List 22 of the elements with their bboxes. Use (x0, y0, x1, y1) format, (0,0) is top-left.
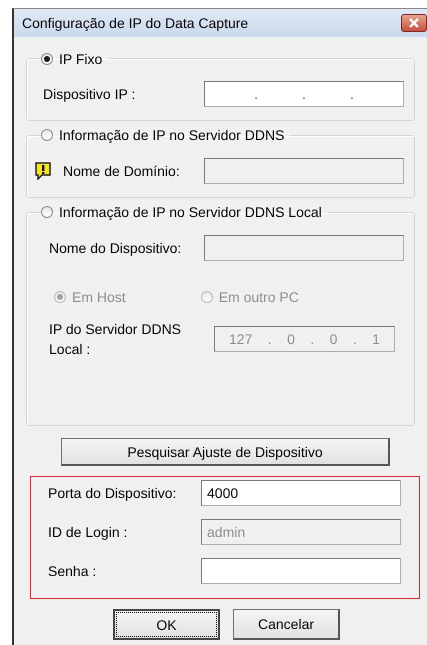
field-label: ID de Login : (48, 524, 128, 540)
field-label: Porta do Dispositivo: (48, 485, 178, 501)
group-radio[interactable]: IP Fixo (41, 51, 102, 67)
field-label: IP do Servidor DDNS Local : (49, 320, 182, 359)
field-label: Senha : (48, 563, 98, 579)
field-label: Dispositivo IP : (43, 86, 136, 102)
window-title: Configuração de IP do Data Capture (22, 15, 248, 31)
group-radio[interactable]: Informação de IP no Servidor DDNS Local (41, 204, 322, 220)
ip-address-field[interactable]: . . . (204, 81, 404, 107)
field-label: Nome do Dispositivo: (49, 240, 182, 256)
group-radio[interactable]: Informação de IP no Servidor DDNS (41, 127, 284, 143)
cancel-button[interactable]: Cancelar (233, 609, 340, 640)
ok-button[interactable]: OK (113, 609, 220, 640)
text-field[interactable]: 4000 (201, 480, 401, 506)
close-button[interactable] (401, 14, 427, 32)
field-label: Nome de Domínio: (63, 163, 181, 179)
radio-dot[interactable] (41, 53, 53, 65)
text-field[interactable] (201, 558, 401, 584)
close-icon (408, 18, 420, 28)
radio-dot[interactable] (41, 206, 53, 218)
radio-dot[interactable] (41, 129, 53, 141)
search-settings-button[interactable]: Pesquisar Ajuste de Dispositivo (61, 438, 390, 466)
